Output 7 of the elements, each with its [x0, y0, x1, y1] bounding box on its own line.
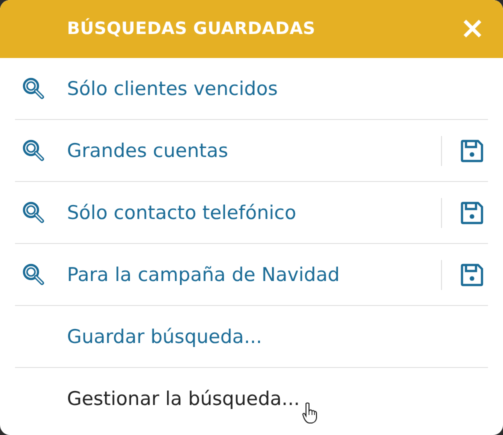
saved-search-link[interactable]: Sólo contacto telefónico [67, 202, 441, 224]
dialog-title: BÚSQUEDAS GUARDADAS [67, 19, 316, 39]
menu-action-link[interactable]: Gestionar la búsqueda... [67, 388, 300, 410]
menu-action-link[interactable]: Guardar búsqueda... [67, 326, 488, 348]
saved-search-link[interactable]: Grandes cuentas [67, 140, 441, 162]
saved-search-link[interactable]: Sólo clientes vencidos [67, 78, 488, 100]
saved-search-link[interactable]: Para la campaña de Navidad [67, 264, 441, 286]
